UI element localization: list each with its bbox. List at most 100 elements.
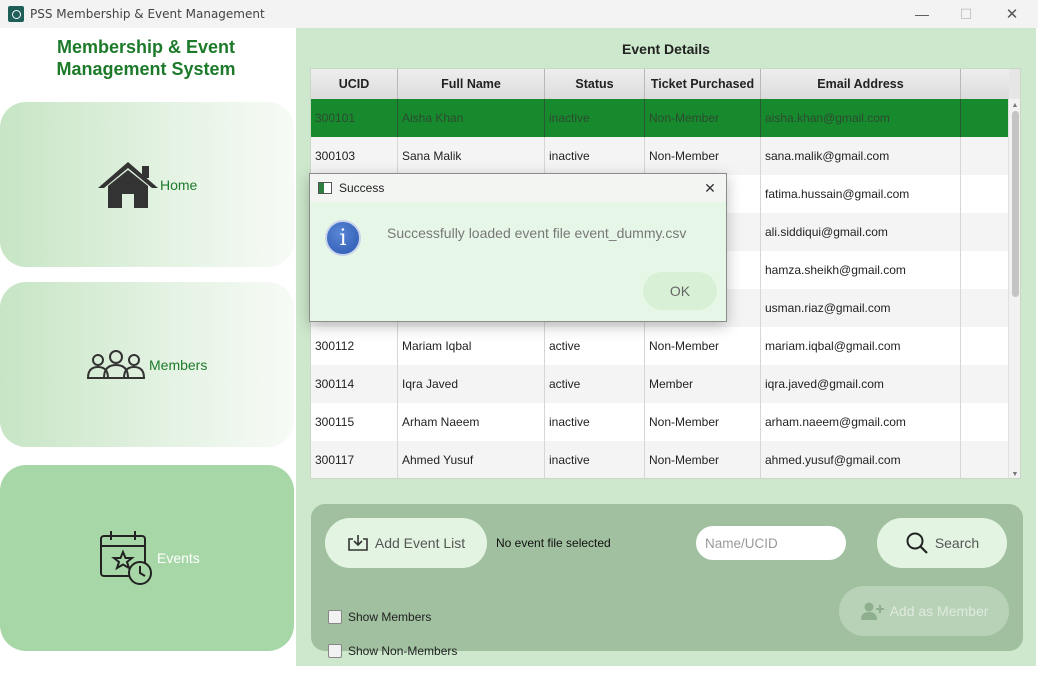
- add-event-list-button[interactable]: Add Event List: [325, 518, 487, 568]
- table-cell-filler: [961, 327, 1009, 365]
- table-cell-filler: [961, 213, 1009, 251]
- table-cell-filler: [961, 441, 1009, 478]
- table-cell: active: [545, 327, 645, 365]
- column-header-filler: [961, 69, 1009, 99]
- scroll-down-icon[interactable]: ▼: [1009, 469, 1020, 478]
- calendar-icon: [100, 531, 152, 585]
- maximize-icon: ☐: [959, 5, 973, 22]
- table-row[interactable]: 300101 Aisha Khan inactive Non-Member aisha.…: [311, 99, 1009, 137]
- scroll-up-icon[interactable]: ▲: [1009, 100, 1020, 110]
- table-cell: 300103: [311, 137, 398, 175]
- table-cell: ali.siddiqui@gmail.com: [761, 213, 961, 251]
- add-event-list-label: Add Event List: [374, 535, 466, 551]
- table-row[interactable]: 300115 Arham Naeem inactive Non-Member arham…: [311, 403, 1009, 441]
- add-user-icon: [860, 602, 884, 620]
- add-as-member-label: Add as Member: [889, 603, 989, 619]
- search-label: Search: [934, 535, 980, 551]
- maximize-button[interactable]: ☐: [944, 0, 988, 28]
- sidebar-item-events[interactable]: Events: [0, 465, 294, 651]
- table-row[interactable]: 300103 Sana Malik inactive Non-Member sana.m…: [311, 137, 1009, 175]
- show-members-checkbox[interactable]: Show Members: [328, 610, 431, 624]
- table-cell: ahmed.yusuf@gmail.com: [761, 441, 961, 478]
- app-heading: Membership & Event Management System: [0, 36, 292, 80]
- table-cell: arham.naeem@gmail.com: [761, 403, 961, 441]
- table-cell-filler: [961, 251, 1009, 289]
- checkbox-box[interactable]: [328, 610, 342, 624]
- table-cell: Ahmed Yusuf: [398, 441, 545, 478]
- sidebar-item-home[interactable]: Home: [0, 102, 294, 267]
- sidebar-item-label: Events: [157, 550, 200, 566]
- checkbox-label: Show Non-Members: [348, 644, 458, 658]
- page-title: Event Details: [622, 41, 710, 57]
- ok-button[interactable]: OK: [643, 272, 717, 310]
- table-cell: Non-Member: [645, 403, 761, 441]
- search-input[interactable]: [696, 526, 846, 560]
- table-cell: inactive: [545, 441, 645, 478]
- sidebar: Membership & Event Management System Hom…: [0, 28, 295, 673]
- column-header-ucid[interactable]: UCID: [311, 69, 398, 99]
- table-cell-filler: [961, 403, 1009, 441]
- main-panel: Event Details UCID Full Name Status Tick…: [296, 28, 1036, 666]
- column-header-email[interactable]: Email Address: [761, 69, 961, 99]
- show-non-members-checkbox[interactable]: Show Non-Members: [328, 644, 457, 658]
- window-title: PSS Membership & Event Management: [30, 7, 265, 21]
- table-cell: 300117: [311, 441, 398, 478]
- members-icon: [86, 349, 146, 379]
- table-cell: Non-Member: [645, 99, 761, 137]
- table-cell: sana.malik@gmail.com: [761, 137, 961, 175]
- close-icon: ✕: [1005, 6, 1019, 23]
- checkbox-label: Show Members: [348, 610, 432, 624]
- table-cell: Arham Naeem: [398, 403, 545, 441]
- dialog-close-button[interactable]: ✕: [700, 178, 720, 198]
- table-cell: inactive: [545, 99, 645, 137]
- dialog-title-bar: Success ✕: [310, 174, 726, 202]
- table-cell: aisha.khan@gmail.com: [761, 99, 961, 137]
- table-cell-filler: [961, 137, 1009, 175]
- import-icon: [348, 535, 368, 551]
- dialog-window-icon: [318, 182, 332, 194]
- close-window-button[interactable]: ✕: [990, 0, 1034, 28]
- table-cell-filler: [961, 365, 1009, 403]
- table-cell: 300112: [311, 327, 398, 365]
- table-cell: Iqra Javed: [398, 365, 545, 403]
- dialog-title: Success: [339, 181, 385, 195]
- app-icon: [8, 6, 24, 22]
- controls-panel: Add Event List No event file selected Se…: [311, 504, 1023, 658]
- vertical-scrollbar[interactable]: ▲ ▼: [1008, 99, 1020, 478]
- table-cell: Member: [645, 365, 761, 403]
- table-row[interactable]: 300117 Ahmed Yusuf inactive Non-Member ahmed…: [311, 441, 1009, 478]
- table-cell: Non-Member: [645, 137, 761, 175]
- table-cell: fatima.hussain@gmail.com: [761, 175, 961, 213]
- table-cell: Non-Member: [645, 441, 761, 478]
- checkbox-box[interactable]: [328, 644, 342, 658]
- column-header-status[interactable]: Status: [545, 69, 645, 99]
- column-header-ticket[interactable]: Ticket Purchased: [645, 69, 761, 99]
- sidebar-item-members[interactable]: Members: [0, 282, 294, 447]
- table-row[interactable]: 300114 Iqra Javed active Member iqra.javed@g…: [311, 365, 1009, 403]
- table-cell: Mariam Iqbal: [398, 327, 545, 365]
- table-cell: usman.riaz@gmail.com: [761, 289, 961, 327]
- app-window: PSS Membership & Event Management — ☐ ✕ …: [0, 0, 1038, 673]
- table-cell: hamza.sheikh@gmail.com: [761, 251, 961, 289]
- home-icon: [98, 161, 158, 208]
- success-dialog: Success ✕ i Successfully loaded event fi…: [309, 173, 727, 322]
- title-bar: PSS Membership & Event Management — ☐ ✕: [0, 0, 1038, 28]
- dialog-message: Successfully loaded event file event_dum…: [387, 225, 687, 241]
- scroll-thumb[interactable]: [1012, 111, 1019, 297]
- search-button[interactable]: Search: [877, 518, 1007, 568]
- column-header-full-name[interactable]: Full Name: [398, 69, 545, 99]
- add-as-member-button[interactable]: Add as Member: [839, 586, 1009, 636]
- table-cell: active: [545, 365, 645, 403]
- sidebar-item-label: Home: [160, 176, 198, 193]
- app-heading-line1: Membership & Event: [56, 37, 236, 57]
- table-row[interactable]: 300112 Mariam Iqbal active Non-Member mariam…: [311, 327, 1009, 365]
- table-cell: 300101: [311, 99, 398, 137]
- table-header: UCID Full Name Status Ticket Purchased E…: [311, 69, 1020, 99]
- minimize-button[interactable]: —: [900, 0, 944, 28]
- info-icon: i: [325, 220, 361, 256]
- file-status-text: No event file selected: [496, 536, 611, 550]
- table-cell-filler: [961, 289, 1009, 327]
- table-cell-filler: [961, 175, 1009, 213]
- minimize-icon: —: [915, 6, 929, 22]
- table-cell: Non-Member: [645, 327, 761, 365]
